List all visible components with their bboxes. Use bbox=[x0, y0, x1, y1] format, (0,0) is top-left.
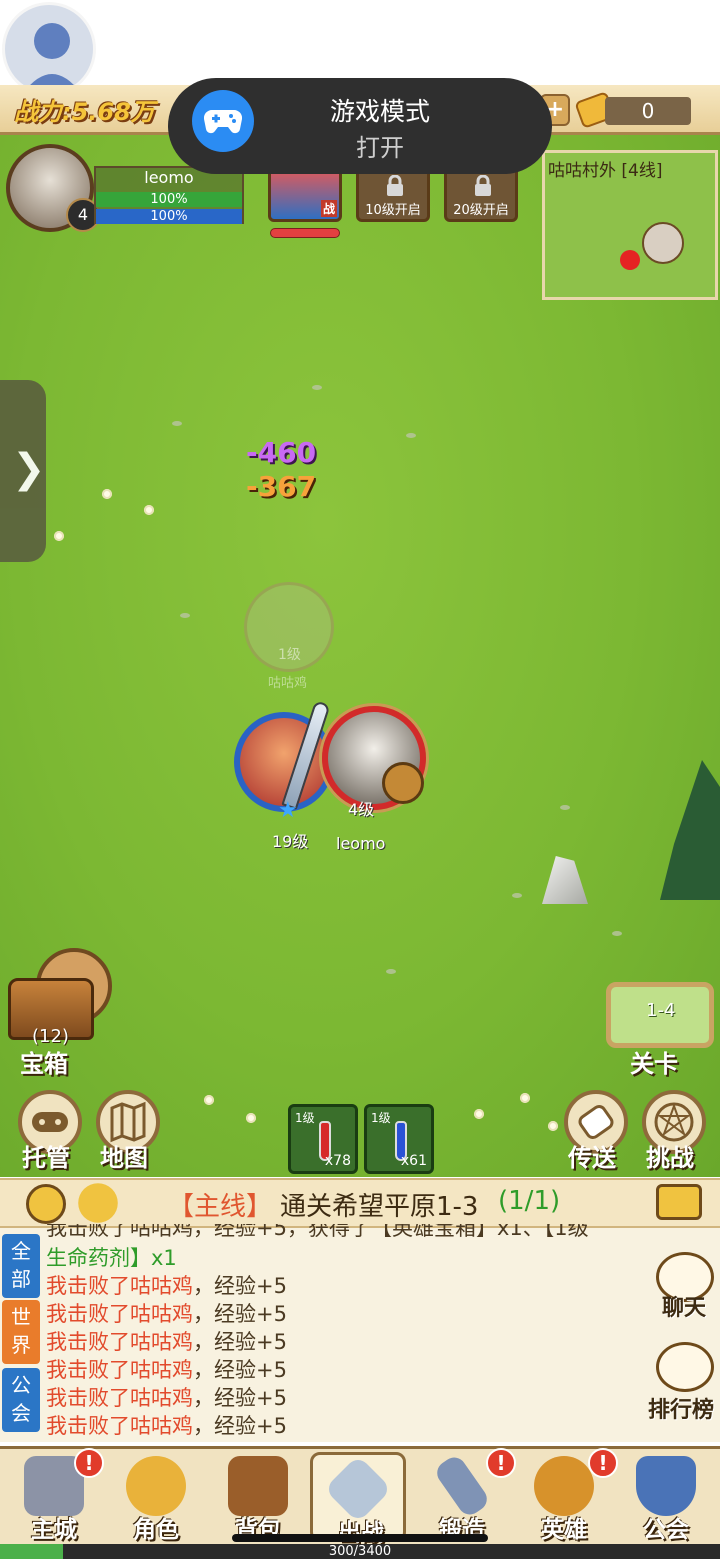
chevron-right-icon: ❯ bbox=[12, 446, 46, 492]
backpack-icon bbox=[228, 1456, 288, 1516]
pebble bbox=[312, 385, 322, 390]
nav-guild[interactable]: 公会 bbox=[618, 1452, 714, 1543]
pebble bbox=[512, 893, 522, 898]
player-mp-bar: 100% bbox=[96, 209, 242, 224]
settings-gear-icon[interactable] bbox=[26, 1184, 66, 1224]
auto-battle-label: 托管 bbox=[22, 1144, 70, 1172]
hp-percent: 100% bbox=[150, 192, 188, 207]
damage-number: -367 bbox=[246, 470, 317, 503]
notification-badge: ! bbox=[74, 1448, 104, 1478]
potion-level: 1级 bbox=[295, 1111, 315, 1125]
nav-label: 公会 bbox=[643, 1517, 689, 1543]
hero-slot-locked-10[interactable]: 10级开启 bbox=[356, 166, 430, 222]
nav-backpack[interactable]: 背包 bbox=[210, 1452, 306, 1543]
chat-tab-world[interactable]: 世界 bbox=[2, 1300, 40, 1364]
chat-button-label: 聊天 bbox=[662, 1296, 707, 1321]
pebble bbox=[180, 613, 190, 618]
crown-icon bbox=[126, 1456, 186, 1516]
unlock-label: 20级开启 bbox=[453, 203, 509, 218]
flower bbox=[102, 489, 112, 499]
enemy-level: 1级 bbox=[278, 647, 301, 663]
flower bbox=[204, 1095, 214, 1105]
flower bbox=[520, 1093, 530, 1103]
flower bbox=[246, 1113, 256, 1123]
potion-quantity: x78 bbox=[324, 1153, 351, 1169]
flower bbox=[474, 1109, 484, 1119]
flower bbox=[54, 531, 64, 541]
quest-type-tag: 【主线】 bbox=[168, 1192, 273, 1222]
stage-number: 1-4 bbox=[646, 1000, 676, 1021]
enemy-name: 咕咕鸡 bbox=[268, 676, 308, 691]
stage-label: 关卡 bbox=[630, 1050, 678, 1078]
quest-progress: (1/1) bbox=[498, 1186, 561, 1216]
home-indicator[interactable] bbox=[232, 1534, 488, 1542]
teleport-label: 传送 bbox=[568, 1144, 616, 1172]
chat-line: 我击败了咕咕鸡，经验+5 bbox=[46, 1274, 287, 1298]
nav-label: 主城 bbox=[31, 1517, 77, 1543]
shield-icon bbox=[382, 762, 424, 804]
minimap-target-marker bbox=[620, 250, 640, 270]
toast-title: 游戏模式 bbox=[329, 97, 430, 126]
player-name-label: leomo bbox=[336, 834, 386, 853]
nav-label: 角色 bbox=[133, 1517, 179, 1543]
chat-line: 我击败了咕咕鸡，经验+5 bbox=[46, 1302, 287, 1326]
chat-line: 我击败了咕咕鸡，经验+5 bbox=[46, 1414, 287, 1438]
minimap-title: 咕咕村外 [4线] bbox=[548, 161, 663, 181]
pebble bbox=[612, 931, 622, 936]
mp-percent: 100% bbox=[150, 209, 188, 224]
guild-shield-icon bbox=[636, 1456, 696, 1516]
gamepad-icon bbox=[192, 90, 254, 152]
hero-slot-active[interactable]: 战 bbox=[268, 166, 342, 222]
challenge-label: 挑战 bbox=[646, 1144, 694, 1172]
nav-battle[interactable]: 出战 bbox=[310, 1452, 406, 1546]
nav-character[interactable]: 角色 bbox=[108, 1452, 204, 1543]
pebble bbox=[386, 969, 396, 974]
side-panel-toggle[interactable]: ❯ bbox=[0, 380, 46, 562]
ticket-count: 0 bbox=[605, 97, 691, 125]
ranking-star-icon[interactable] bbox=[656, 1342, 714, 1392]
flower bbox=[144, 505, 154, 515]
notification-badge: ! bbox=[588, 1448, 618, 1478]
unlock-label: 10级开启 bbox=[365, 203, 421, 218]
fist-badge-icon bbox=[534, 1456, 594, 1516]
hero-hp-bar bbox=[270, 228, 340, 238]
chat-tab-guild[interactable]: 公会 bbox=[2, 1368, 40, 1432]
toast-subtitle: 打开 bbox=[356, 134, 404, 162]
quest-text[interactable]: 通关希望平原1-3 bbox=[280, 1186, 478, 1223]
chat-tab-all[interactable]: 全部 bbox=[2, 1234, 40, 1298]
flower bbox=[548, 1121, 558, 1131]
potion-quantity: x61 bbox=[400, 1153, 427, 1169]
star-icon: ★ bbox=[278, 798, 298, 823]
pebble bbox=[172, 421, 182, 426]
notification-badge: ! bbox=[486, 1448, 516, 1478]
minimap-player-marker bbox=[642, 222, 684, 264]
mp-potion-slot[interactable]: 1级 x61 bbox=[364, 1104, 434, 1174]
damage-number: -460 bbox=[246, 436, 317, 469]
chat-partial-line: 我击败了咕咕鸡，经验+5，获得了【英雄宝箱】x1、【1级 bbox=[46, 1224, 589, 1240]
hp-potion-slot[interactable]: 1级 x78 bbox=[288, 1104, 358, 1174]
player-hp-bar: 100% bbox=[96, 192, 242, 207]
chest-label: 宝箱 bbox=[20, 1050, 68, 1078]
pebble bbox=[560, 805, 570, 810]
battle-tag: 战 bbox=[320, 200, 337, 217]
chat-reward-line: 生命药剂】x1 bbox=[46, 1246, 177, 1270]
pebble bbox=[406, 433, 416, 438]
map-label: 地图 bbox=[100, 1144, 148, 1172]
chat-line: 我击败了咕咕鸡，经验+5 bbox=[46, 1386, 287, 1410]
lock-icon bbox=[387, 175, 403, 196]
lock-icon bbox=[475, 175, 491, 196]
nav-label: 英雄 bbox=[541, 1517, 587, 1543]
potion-level: 1级 bbox=[371, 1111, 391, 1125]
combat-power: 战力:5.68万 bbox=[14, 98, 155, 126]
ranking-button-label: 排行榜 bbox=[648, 1398, 715, 1423]
hero-level-label: 19级 bbox=[272, 832, 309, 851]
chat-line: 我击败了咕咕鸡，经验+5 bbox=[46, 1330, 287, 1354]
exp-text: 300/3400 bbox=[328, 1544, 392, 1559]
mail-envelope-icon[interactable] bbox=[656, 1184, 702, 1220]
hero-slot-locked-20[interactable]: 20级开启 bbox=[444, 166, 518, 222]
chat-line: 我击败了咕咕鸡，经验+5 bbox=[46, 1358, 287, 1382]
player-level-label: 4级 bbox=[348, 800, 375, 819]
user-avatar[interactable] bbox=[2, 2, 96, 96]
